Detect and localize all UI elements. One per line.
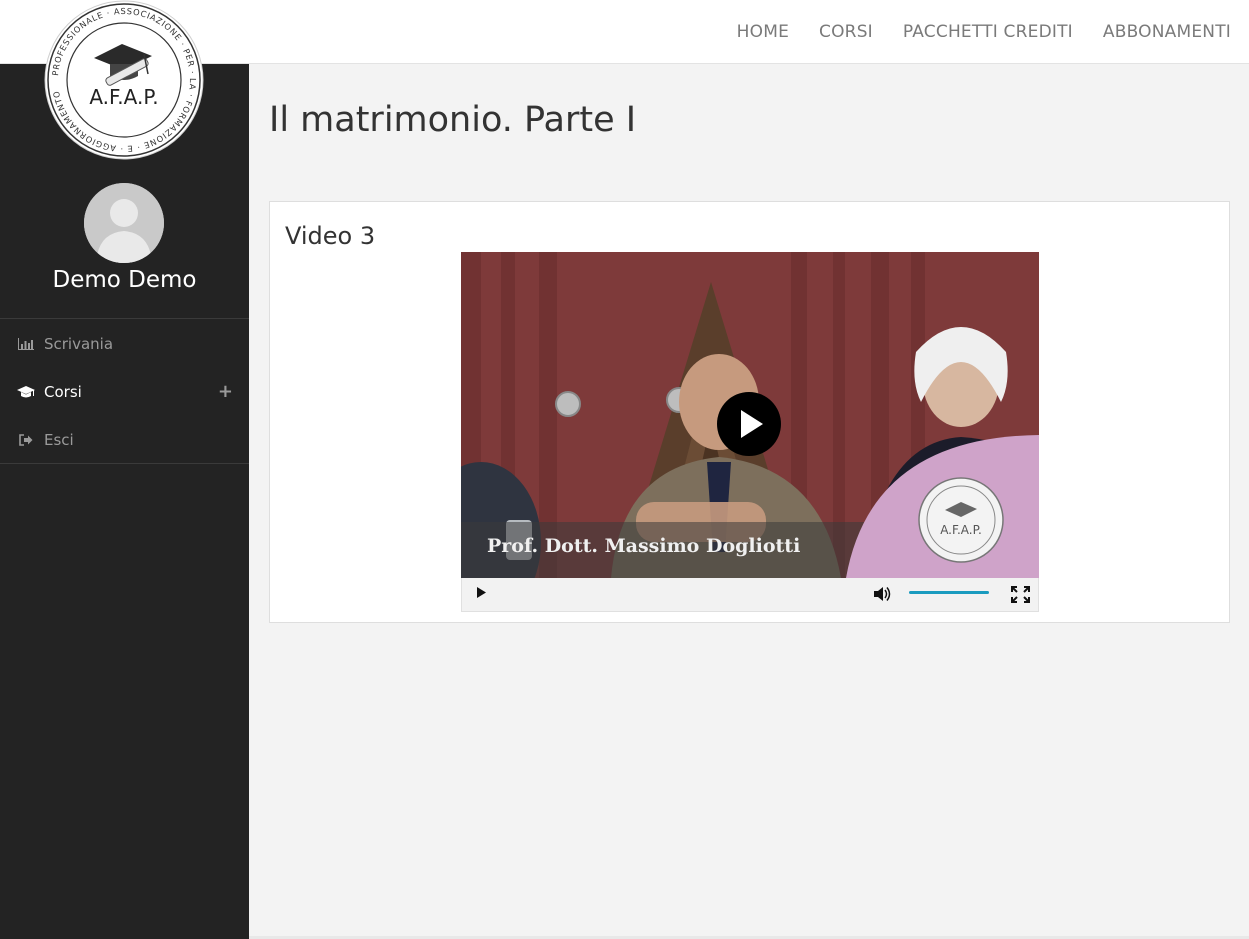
- graduation-cap-icon: [17, 385, 35, 399]
- user-name: Demo Demo: [52, 267, 197, 293]
- volume-icon[interactable]: [874, 587, 891, 601]
- sidebar-item-label: Corsi: [44, 383, 82, 401]
- volume-slider[interactable]: [909, 591, 989, 594]
- sidebar-item-esci[interactable]: Esci: [0, 416, 249, 464]
- nav-home[interactable]: HOME: [737, 22, 789, 42]
- fullscreen-icon[interactable]: [1011, 586, 1030, 603]
- play-icon[interactable]: [472, 583, 494, 605]
- afap-logo[interactable]: PROFESSIONALE · ASSOCIAZIONE · PER · LA …: [44, 0, 204, 160]
- sidebar-item-label: Scrivania: [44, 335, 114, 353]
- main-nav: HOME CORSI PACCHETTI CREDITI ABBONAMENTI: [707, 0, 1231, 63]
- sidebar-item-label: Esci: [44, 431, 74, 449]
- video-panel: Video 3 A.F.A.P. Prof. Dott. Massimo Dog…: [269, 201, 1230, 623]
- big-play-button[interactable]: [717, 392, 781, 456]
- nav-corsi[interactable]: CORSI: [819, 22, 873, 42]
- video-player[interactable]: A.F.A.P. Prof. Dott. Massimo Dogliotti: [461, 252, 1039, 612]
- sidebar-divider: [0, 318, 249, 319]
- video-caption: Prof. Dott. Massimo Dogliotti: [487, 535, 800, 557]
- page-title: Il matrimonio. Parte I: [269, 100, 637, 140]
- bar-chart-icon: [17, 338, 35, 350]
- expand-plus-icon[interactable]: +: [218, 381, 233, 402]
- video-controls: [461, 578, 1039, 612]
- logo-text: A.F.A.P.: [89, 85, 158, 109]
- video-frame[interactable]: A.F.A.P. Prof. Dott. Massimo Dogliotti: [461, 252, 1039, 578]
- sidebar-item-scrivania[interactable]: Scrivania: [0, 320, 249, 368]
- nav-abbonamenti[interactable]: ABBONAMENTI: [1103, 22, 1231, 42]
- sidebar-item-corsi[interactable]: Corsi +: [0, 368, 249, 416]
- video-watermark-text: A.F.A.P.: [940, 523, 982, 537]
- panel-title: Video 3: [285, 222, 376, 250]
- nav-pacchetti-crediti[interactable]: PACCHETTI CREDITI: [903, 22, 1073, 42]
- avatar: [84, 183, 164, 263]
- sign-out-icon: [17, 434, 35, 446]
